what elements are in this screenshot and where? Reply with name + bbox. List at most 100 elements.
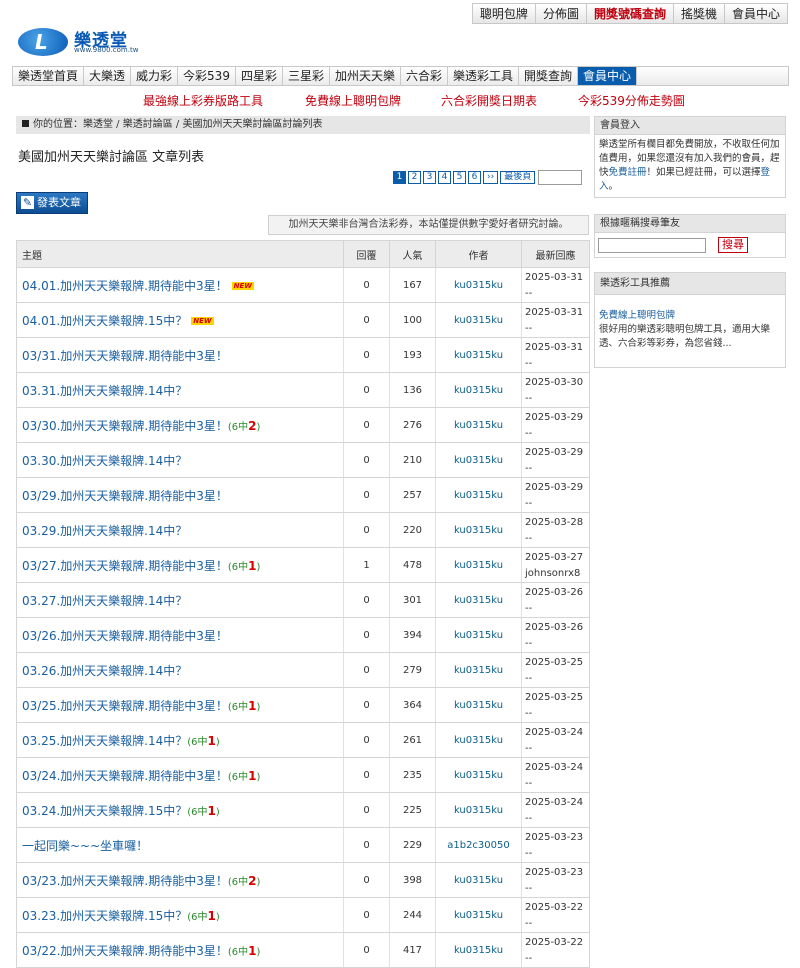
last-reply-date: 2025-03-25 (525, 692, 584, 703)
table-row: 03/27.加州天天樂報牌.期待能中3星！(6中1) 1 478 ku0315ku 20… (16, 547, 590, 583)
author-link[interactable]: ku0315ku (435, 512, 522, 548)
nav-item[interactable]: 會員中心 (578, 67, 638, 85)
top-link[interactable]: 會員中心 (724, 3, 788, 24)
author-link[interactable]: ku0315ku (435, 897, 522, 933)
post-article-button[interactable]: ✎ 發表文章 (16, 192, 88, 214)
site-logo[interactable]: L 樂透堂 www.9800.com.tw (18, 26, 158, 60)
author-link[interactable]: ku0315ku (435, 302, 522, 338)
register-link[interactable]: 免費註冊 (609, 167, 647, 178)
author-link[interactable]: ku0315ku (435, 337, 522, 373)
topic-cell: 04.01.加州天天樂報牌.15中？ NEW (16, 302, 344, 338)
author-link[interactable]: ku0315ku (435, 442, 522, 478)
view-count: 235 (389, 757, 436, 793)
promo-links: 最強線上彩券版路工具 免費線上聰明包牌 六合彩開獎日期表 今彩539分佈走勢圖 (0, 92, 800, 108)
author-link[interactable]: ku0315ku (435, 652, 522, 688)
last-reply-date: 2025-03-31 (525, 272, 584, 283)
author-link[interactable]: ku0315ku (435, 757, 522, 793)
topic-title-link[interactable]: 03/26.加州天天樂報牌.期待能中3星！ (22, 629, 228, 643)
nav-item[interactable]: 三星彩 (283, 67, 330, 85)
topic-cell: 03/27.加州天天樂報牌.期待能中3星！(6中1) (16, 547, 344, 583)
nav-item[interactable]: 大樂透 (84, 67, 132, 85)
topic-title-link[interactable]: 03.29.加州天天樂報牌.14中？ (22, 524, 187, 538)
topic-title-link[interactable]: 03.31.加州天天樂報牌.14中？ (22, 384, 187, 398)
topic-title-link[interactable]: 03/30.加州天天樂報牌.期待能中3星！ (22, 419, 228, 433)
topic-title-link[interactable]: 03.26.加州天天樂報牌.14中？ (22, 664, 187, 678)
last-reply-date: 2025-03-23 (525, 867, 584, 878)
tool-link-smart-pick[interactable]: 免費線上聰明包牌 (599, 309, 781, 323)
topic-title-link[interactable]: 03/31.加州天天樂報牌.期待能中3星！ (22, 349, 228, 363)
topic-cell: 03.29.加州天天樂報牌.14中？ (16, 512, 344, 548)
table-row: 04.01.加州天天樂報牌.期待能中3星！ NEW 0 167 ku0315ku 2025… (16, 267, 590, 303)
promo-link-mark6-dates[interactable]: 六合彩開獎日期表 (441, 92, 537, 109)
page-last-button[interactable]: 最後頁 (500, 171, 536, 184)
last-reply-date: 2025-03-31 (525, 307, 584, 318)
topic-title-link[interactable]: 03.23.加州天天樂報牌.15中？ (22, 909, 187, 923)
top-link[interactable]: 分佈圖 (535, 3, 587, 24)
author-link[interactable]: ku0315ku (435, 862, 522, 898)
reply-count: 0 (343, 407, 390, 443)
promo-link-smart-pick[interactable]: 免費線上聰明包牌 (305, 92, 401, 109)
author-link[interactable]: ku0315ku (435, 407, 522, 443)
topic-title-link[interactable]: 03/24.加州天天樂報牌.期待能中3星！ (22, 769, 228, 783)
topic-title-link[interactable]: 04.01.加州天天樂報牌.期待能中3星！ (22, 279, 228, 293)
nav-item[interactable]: 今彩539 (178, 67, 236, 85)
topic-title-link[interactable]: 03/25.加州天天樂報牌.期待能中3星！ (22, 699, 228, 713)
author-link[interactable]: ku0315ku (435, 792, 522, 828)
author-link[interactable]: a1b2c30050 (435, 827, 522, 863)
topic-title-link[interactable]: 03/22.加州天天樂報牌.期待能中3星！ (22, 944, 228, 958)
main-nav: 樂透堂首頁 大樂透 威力彩 今彩539 四星彩 三星彩 加州天天樂 六合彩 樂透彩工具 開獎查詢會… (12, 66, 789, 86)
pen-icon: ✎ (21, 196, 34, 209)
page-number[interactable]: 2 (408, 171, 421, 184)
page-number[interactable]: 4 (438, 171, 451, 184)
last-reply-date: 2025-03-24 (525, 797, 584, 808)
nav-item[interactable]: 威力彩 (131, 67, 179, 85)
pagination: 1 2 3 4 5 6 ›› 最後頁 (393, 170, 583, 185)
nav-item[interactable]: 六合彩 (401, 67, 449, 85)
promo-link-tool[interactable]: 最強線上彩券版路工具 (143, 92, 263, 109)
page-number[interactable]: 6 (468, 171, 481, 184)
page-next-button[interactable]: ›› (483, 171, 499, 184)
nav-item[interactable]: 樂透彩工具 (448, 67, 520, 85)
author-link[interactable]: ku0315ku (435, 932, 522, 968)
last-reply-cell: 2025-03-31 -- (521, 267, 590, 303)
last-reply-date: 2025-03-22 (525, 937, 584, 948)
page-jump-input[interactable] (538, 170, 583, 185)
promo-link-539-chart[interactable]: 今彩539分佈走勢圖 (578, 92, 685, 109)
page-number[interactable]: 3 (423, 171, 436, 184)
reply-count: 0 (343, 722, 390, 758)
topic-title-link[interactable]: 03.30.加州天天樂報牌.14中？ (22, 454, 187, 468)
nav-item[interactable]: 四星彩 (236, 67, 283, 85)
author-link[interactable]: ku0315ku (435, 267, 522, 303)
nav-item[interactable]: 開獎查詢 (519, 67, 579, 85)
author-link[interactable]: ku0315ku (435, 687, 522, 723)
search-button[interactable]: 搜尋 (718, 237, 748, 253)
top-link[interactable]: 聰明包牌 (471, 3, 536, 24)
author-link[interactable]: ku0315ku (435, 617, 522, 653)
page-number[interactable]: 5 (453, 171, 466, 184)
topic-title-link[interactable]: 03.27.加州天天樂報牌.14中？ (22, 594, 187, 608)
nickname-search-input[interactable] (598, 237, 706, 253)
nav-item[interactable]: 樂透堂首頁 (13, 67, 85, 85)
topic-title-link[interactable]: 03.25.加州天天樂報牌.14中？ (22, 734, 187, 748)
nav-item[interactable]: 加州天天樂 (330, 67, 401, 85)
page-number[interactable]: 1 (393, 171, 406, 184)
reply-count: 0 (343, 512, 390, 548)
topic-title-link[interactable]: 03/23.加州天天樂報牌.期待能中3星！ (22, 874, 228, 888)
author-link[interactable]: ku0315ku (435, 722, 522, 758)
author-link[interactable]: ku0315ku (435, 547, 522, 583)
topic-title-link[interactable]: 03/27.加州天天樂報牌.期待能中3星！ (22, 559, 228, 573)
view-count: 301 (389, 582, 436, 618)
topic-title-link[interactable]: 03/29.加州天天樂報牌.期待能中3星！ (22, 489, 228, 503)
last-reply-date: 2025-03-22 (525, 902, 584, 913)
top-link[interactable]: 開獎號碼查詢 (586, 3, 674, 24)
view-count: 394 (389, 617, 436, 653)
author-link[interactable]: ku0315ku (435, 372, 522, 408)
topic-title-link[interactable]: 03.24.加州天天樂報牌.15中？ (22, 804, 187, 818)
tool-description: 很好用的樂透彩聰明包牌工具，適用大樂透、六合彩等彩券，為您省錢... (599, 324, 771, 349)
topic-title-link[interactable]: 一起同樂~~~坐車囉！ (22, 839, 148, 853)
top-link[interactable]: 搖獎機 (673, 3, 725, 24)
hit-count: (6中2) (227, 418, 261, 433)
topic-title-link[interactable]: 04.01.加州天天樂報牌.15中？ (22, 314, 187, 328)
author-link[interactable]: ku0315ku (435, 582, 522, 618)
author-link[interactable]: ku0315ku (435, 477, 522, 513)
